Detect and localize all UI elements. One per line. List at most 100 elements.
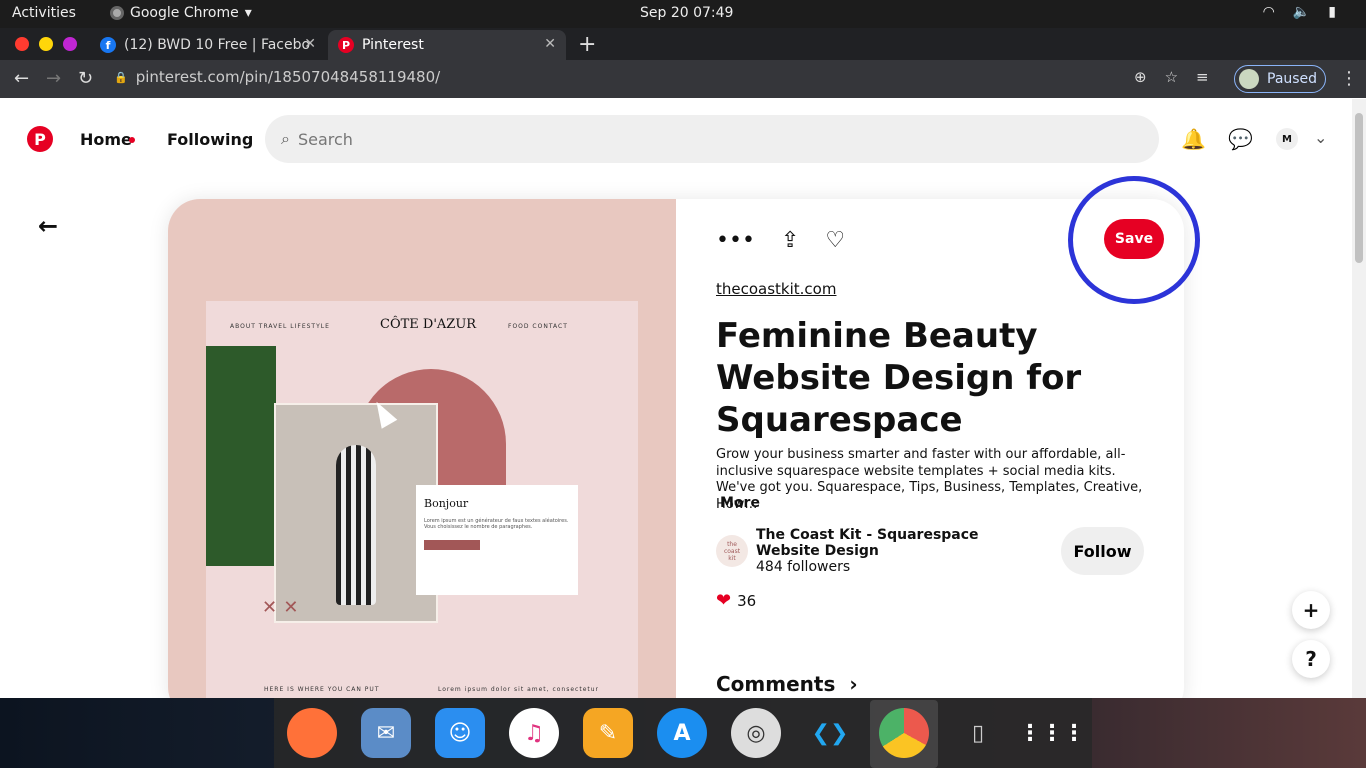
mockup-footer-right: Lorem ipsum dolor sit amet, consectetur — [438, 686, 600, 693]
share-icon[interactable]: ⇪ — [781, 228, 799, 253]
nav-home[interactable]: Home — [80, 130, 132, 149]
back-arrow-icon[interactable]: ← — [38, 212, 58, 240]
home-notification-dot — [129, 137, 135, 143]
pin-actions: ••• ⇪ ♡ — [716, 228, 845, 253]
music-icon[interactable]: ♫ — [509, 708, 559, 758]
firefox-icon[interactable] — [287, 708, 337, 758]
search-icon: ⌕ — [281, 129, 290, 148]
close-icon[interactable]: ✕ — [304, 36, 316, 52]
comments-header[interactable]: Comments › — [716, 672, 858, 696]
chevron-down-icon: ▾ — [244, 5, 252, 21]
follow-button[interactable]: Follow — [1061, 527, 1144, 575]
toolbar-icons: ⊕ ☆ ≡ — [1134, 68, 1209, 86]
help-button[interactable]: ? — [1292, 640, 1330, 678]
media-control-icon[interactable]: ≡ — [1196, 68, 1209, 86]
tab-pinterest[interactable]: P Pinterest ✕ — [328, 30, 566, 60]
pin-title: Feminine Beauty Website Design for Squar… — [716, 316, 1082, 440]
nav-following[interactable]: Following — [167, 130, 253, 149]
mockup-flowers — [206, 346, 276, 566]
application-dock: ✉ ☺ ♫ ✎ A ◎ ❮❯ ▯ ⋮⋮⋮ — [274, 698, 1092, 768]
install-icon[interactable]: ⊕ — [1134, 68, 1147, 86]
tab-strip: f (12) BWD 10 Free | Facebo ✕ P Pinteres… — [0, 28, 1366, 60]
new-tab-button[interactable]: + — [578, 32, 596, 57]
mockup-brand: CÔTE D'AZUR — [380, 317, 477, 332]
mockup-nav-right: FOOD CONTACT — [508, 323, 568, 330]
scrollbar-thumb[interactable] — [1355, 113, 1363, 263]
more-link[interactable]: More — [720, 495, 760, 511]
pages-icon[interactable]: ✎ — [583, 708, 633, 758]
battery-icon: ▮ — [1328, 4, 1336, 20]
system-tray[interactable]: ◠ 🔈 ▮ — [1263, 4, 1336, 20]
heart-reaction-icon: ❤ — [716, 590, 732, 611]
pin-description: Grow your business smarter and faster wi… — [716, 447, 1143, 512]
tab-title: Pinterest — [362, 37, 424, 53]
highlight-circle-annotation — [1068, 176, 1200, 304]
forward-icon[interactable]: → — [46, 68, 61, 89]
lock-icon: 🔒 — [114, 70, 128, 84]
profile-status: Paused — [1267, 71, 1318, 87]
minimize-window-button[interactable] — [39, 37, 53, 51]
creator-name[interactable]: The Coast Kit - Squarespace Website Desi… — [756, 527, 1016, 559]
mockup-card-title: Bonjour — [424, 497, 469, 510]
activities-button[interactable]: Activities — [12, 5, 76, 21]
creator-followers: 484 followers — [756, 559, 851, 575]
app-grid-icon[interactable]: ⋮⋮⋮ — [1019, 708, 1085, 758]
close-window-button[interactable] — [15, 37, 29, 51]
user-avatar[interactable]: M — [1276, 128, 1298, 150]
pinterest-logo[interactable]: P — [27, 126, 53, 152]
website-mockup: ABOUT TRAVEL LIFESTYLE CÔTE D'AZUR FOOD … — [206, 301, 638, 719]
vscode-icon[interactable]: ❮❯ — [805, 708, 855, 758]
source-link[interactable]: thecoastkit.com — [716, 280, 836, 298]
browser-toolbar: ← → ↻ 🔒 pinterest.com/pin/18507048458119… — [0, 60, 1366, 98]
bookmark-star-icon[interactable]: ☆ — [1165, 68, 1178, 86]
mail-icon[interactable]: ✉ — [361, 708, 411, 758]
maximize-window-button[interactable] — [63, 37, 77, 51]
chrome-icon — [110, 6, 124, 20]
messages-icon[interactable]: 💬 — [1228, 127, 1253, 151]
more-options-icon[interactable]: ••• — [716, 228, 755, 253]
reactions[interactable]: ❤ 36 — [716, 590, 756, 611]
back-icon[interactable]: ← — [14, 68, 29, 89]
mockup-card: Bonjour Lorem ipsum est un générateur de… — [416, 485, 578, 595]
facebook-icon: f — [100, 37, 116, 53]
app-menu-label: Google Chrome — [130, 5, 239, 21]
create-plus-button[interactable]: + — [1292, 591, 1330, 629]
tab-facebook[interactable]: f (12) BWD 10 Free | Facebo ✕ — [90, 30, 326, 60]
search-input[interactable] — [297, 129, 1098, 149]
url-text: pinterest.com/pin/18507048458119480/ — [135, 68, 441, 86]
address-bar[interactable]: 🔒 pinterest.com/pin/18507048458119480/ — [114, 68, 440, 86]
wifi-icon: ◠ — [1262, 4, 1275, 20]
profile-avatar — [1239, 69, 1259, 89]
chevron-right-icon: › — [849, 672, 858, 696]
comments-label: Comments — [716, 672, 836, 696]
profile-button[interactable]: Paused — [1234, 65, 1326, 93]
reload-icon[interactable]: ↻ — [78, 68, 93, 89]
notifications-bell-icon[interactable]: 🔔 — [1181, 127, 1206, 151]
finder-icon[interactable]: ☺ — [435, 708, 485, 758]
pin-image[interactable]: ABOUT TRAVEL LIFESTYLE CÔTE D'AZUR FOOD … — [168, 199, 676, 719]
help-lifebuoy-icon[interactable]: ◎ — [731, 708, 781, 758]
chevron-down-icon[interactable]: ⌄ — [1314, 128, 1327, 147]
app-menu[interactable]: Google Chrome ▾ — [110, 5, 252, 21]
page-scrollbar[interactable] — [1352, 99, 1366, 699]
pinterest-icon: P — [338, 37, 354, 53]
mockup-nav-left: ABOUT TRAVEL LIFESTYLE — [230, 323, 330, 330]
app-store-icon[interactable]: A — [657, 708, 707, 758]
mockup-card-text: Lorem ipsum est un générateur de faux te… — [424, 518, 569, 530]
tab-title: (12) BWD 10 Free | Facebo — [124, 37, 311, 53]
phone-icon[interactable]: ▯ — [953, 708, 1003, 758]
creator-avatar[interactable]: the coast kit — [716, 535, 748, 567]
active-app-indicator — [870, 700, 938, 768]
browser-menu-icon[interactable]: ⋮ — [1340, 68, 1358, 89]
mockup-figure — [336, 445, 376, 605]
close-icon[interactable]: ✕ — [544, 36, 556, 52]
mockup-photo — [274, 403, 438, 623]
clock[interactable]: Sep 20 07:49 — [640, 5, 733, 21]
mockup-card-button — [424, 540, 480, 550]
volume-icon: 🔈 — [1292, 4, 1311, 20]
mockup-decoration: ✕ ✕ — [262, 597, 299, 618]
mockup-footer-left: HERE IS WHERE YOU CAN PUT — [264, 686, 380, 693]
system-top-bar: Activities Google Chrome ▾ Sep 20 07:49 … — [0, 0, 1366, 28]
heart-icon[interactable]: ♡ — [825, 228, 845, 253]
search-bar[interactable]: ⌕ — [265, 115, 1159, 163]
